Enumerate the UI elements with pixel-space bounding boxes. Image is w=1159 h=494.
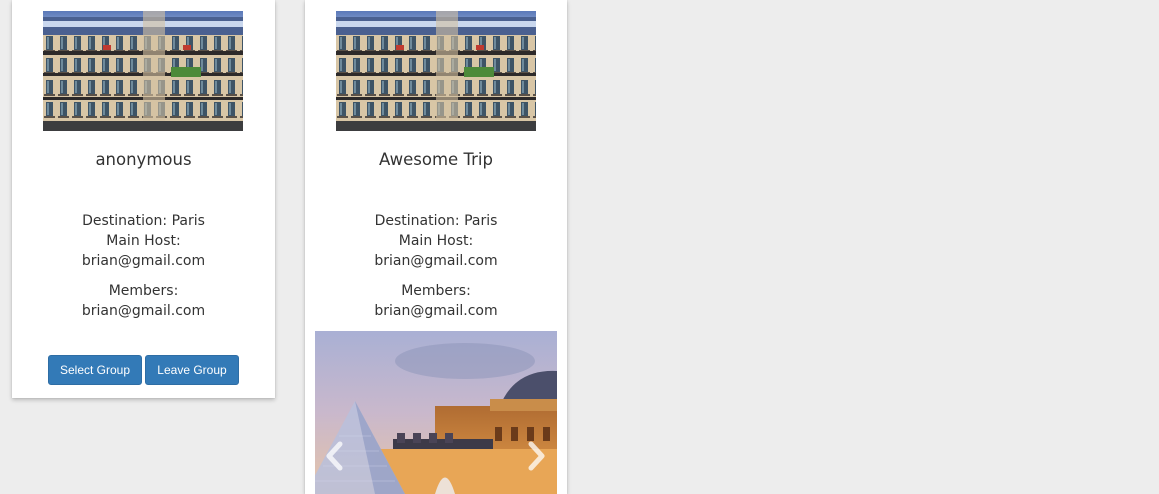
carousel-photo [315,331,557,494]
group-actions: Select Group Leave Group [48,355,239,385]
group-photo [43,11,243,131]
members-label: Members: [401,283,471,299]
group-details: Destination: Paris Main Host: brian@gmai… [12,211,275,321]
main-host-label: Main Host: [106,233,181,249]
group-title: Awesome Trip [379,150,493,169]
leave-group-button[interactable]: Leave Group [145,355,239,385]
member-email: brian@gmail.com [81,303,206,319]
group-details: Destination: Paris Main Host: brian@gmai… [305,211,567,321]
chevron-left-icon[interactable] [323,441,347,471]
destination-text: Destination: Paris [82,213,205,229]
members-label: Members: [108,283,179,299]
destination-text: Destination: Paris [374,213,498,229]
group-photo [336,11,536,131]
main-host-label: Main Host: [398,233,474,249]
member-email: brian@gmail.com [374,303,498,319]
select-group-button[interactable]: Select Group [48,355,142,385]
group-title: anonymous [95,150,192,169]
chevron-right-icon[interactable] [524,441,548,471]
main-host-email: brian@gmail.com [374,253,498,269]
photo-carousel [315,331,557,494]
main-host-email: brian@gmail.com [81,253,206,269]
group-card-awesome-trip: Awesome Trip Destination: Paris Main Hos… [305,0,567,494]
group-card-anonymous: anonymous Destination: Paris Main Host: … [12,0,275,398]
